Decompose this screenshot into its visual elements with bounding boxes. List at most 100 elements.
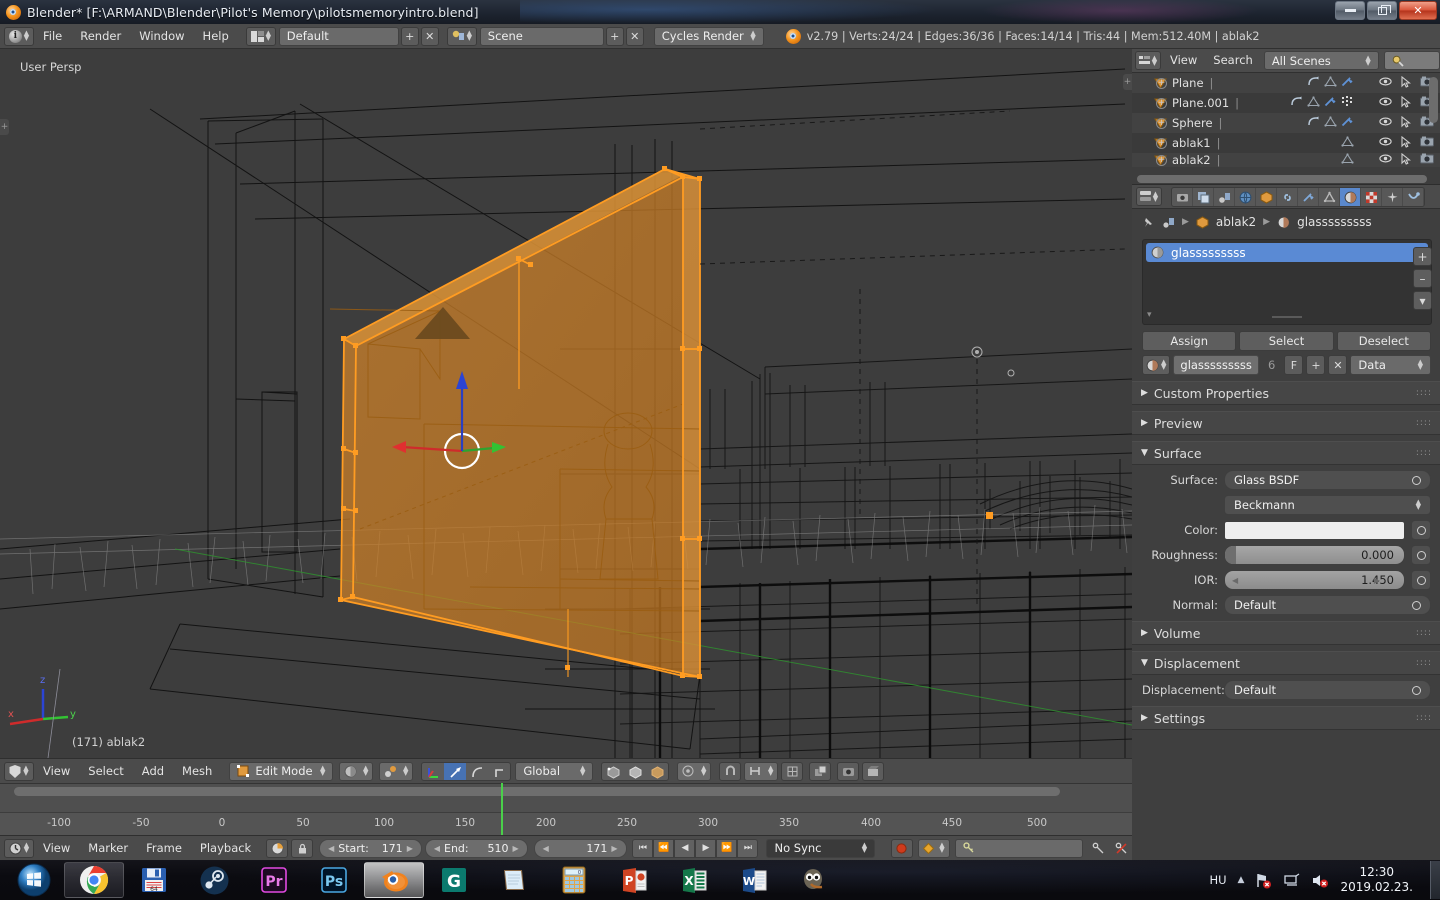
menu-file[interactable]: File xyxy=(34,26,71,47)
expand-toggle-icon[interactable]: + xyxy=(1156,137,1167,149)
tab-render[interactable] xyxy=(1172,187,1193,206)
add-material-slot-button[interactable]: + xyxy=(1413,247,1432,266)
menu-window[interactable]: Window xyxy=(130,26,193,47)
use-preview-range-button[interactable] xyxy=(266,838,289,858)
next-keyframe-button[interactable]: ⏩ xyxy=(716,838,738,858)
expand-toggle-icon[interactable]: + xyxy=(1156,77,1167,89)
taskbar-photoshop-button[interactable]: Ps xyxy=(304,861,364,899)
tab-world[interactable] xyxy=(1235,187,1256,206)
tab-modifiers[interactable] xyxy=(1298,187,1319,206)
restrict-render-toggle[interactable] xyxy=(1420,153,1434,167)
tab-physics[interactable] xyxy=(1403,187,1424,206)
decrement-arrow-icon[interactable]: ◀ xyxy=(543,844,549,853)
breadcrumb-material-name[interactable]: glasssssssss xyxy=(1297,215,1372,229)
wrench-icon[interactable] xyxy=(1341,116,1354,130)
show-hidden-icons-button[interactable]: ▲ xyxy=(1238,875,1245,885)
outliner-editor[interactable]: ▲ ▼ View Search All Scenes ▲ ▼ + Plane | + Pla… xyxy=(1132,49,1440,184)
pin-icon[interactable] xyxy=(1142,216,1155,229)
deselect-button[interactable]: Deselect xyxy=(1336,331,1431,351)
assign-button[interactable]: Assign xyxy=(1142,331,1237,351)
start-frame-field[interactable]: ◀ Start: 171 ▶ xyxy=(319,838,422,858)
modifier-icon[interactable] xyxy=(1307,116,1320,130)
outliner-tree[interactable]: + Plane | + Plane.001 | + Sphere | + ablak1 | + ablak… xyxy=(1132,73,1440,184)
panel-displacement[interactable]: ▼ Displacement :::: xyxy=(1132,651,1440,675)
restrict-view-toggle[interactable] xyxy=(1379,76,1392,90)
mesh-icon[interactable] xyxy=(1324,76,1337,90)
task‌bar-notepad-button[interactable] xyxy=(484,861,544,899)
timeline-menu-marker[interactable]: Marker xyxy=(79,838,137,859)
panel-grip-icon[interactable]: :::: xyxy=(1416,388,1432,398)
occlude-geometry-button[interactable] xyxy=(809,761,832,781)
distribution-dropdown[interactable]: Beckmann ▲ ▼ xyxy=(1224,495,1431,515)
material-name-field[interactable]: glasssssssss xyxy=(1173,355,1259,375)
tray-language-indicator[interactable]: HU xyxy=(1209,873,1226,887)
wrench-icon[interactable] xyxy=(1341,76,1354,90)
taskbar-blender-button[interactable] xyxy=(364,862,424,898)
tab-object[interactable] xyxy=(1256,187,1277,206)
breadcrumb-object-name[interactable]: ablak2 xyxy=(1216,215,1256,229)
increment-arrow-icon[interactable]: ▶ xyxy=(611,844,617,853)
transform-orientation-dropdown[interactable]: Global ▲ ▼ xyxy=(515,761,594,781)
list-filter-icon[interactable]: ▾ xyxy=(1147,310,1152,320)
panel-volume[interactable]: ▶ Volume :::: xyxy=(1132,621,1440,645)
ior-node-socket-button[interactable] xyxy=(1411,570,1431,590)
timeline-menu-frame[interactable]: Frame xyxy=(137,838,191,859)
list-grip[interactable] xyxy=(1272,316,1302,318)
editor-type-3dview-icon[interactable]: ▲ ▼ xyxy=(4,761,34,781)
color-swatch[interactable] xyxy=(1224,520,1405,540)
restore-button[interactable] xyxy=(1367,1,1397,20)
panel-surface[interactable]: ▼ Surface :::: xyxy=(1132,441,1440,465)
add-screen-layout-button[interactable]: + xyxy=(400,26,419,46)
roughness-slider[interactable]: 0.000 xyxy=(1224,545,1405,565)
node-socket-icon[interactable] xyxy=(1412,600,1421,610)
outliner-horizontal-scrollbar[interactable] xyxy=(1137,175,1427,183)
material-slot-row[interactable]: glasssssssss xyxy=(1146,243,1428,262)
node-socket-icon[interactable] xyxy=(1412,475,1421,485)
proportional-editing-dropdown[interactable]: ▲ ▼ xyxy=(677,761,712,781)
taskbar-gimp-button[interactable] xyxy=(784,861,844,899)
outliner-vertical-scrollbar[interactable] xyxy=(1429,77,1438,123)
restrict-view-toggle[interactable] xyxy=(1379,96,1392,110)
menu-render[interactable]: Render xyxy=(71,26,130,47)
taskbar-g-app-button[interactable]: G xyxy=(424,861,484,899)
restrict-render-toggle[interactable] xyxy=(1420,136,1434,150)
restrict-select-toggle[interactable] xyxy=(1401,75,1412,91)
action-center-icon[interactable] xyxy=(1283,872,1300,889)
outliner-row-ablak2[interactable]: + ablak2 | xyxy=(1132,153,1440,167)
taskbar-clock[interactable]: 12:30 2019.02.23. xyxy=(1340,865,1413,895)
render-preview-button[interactable] xyxy=(837,761,860,781)
add-scene-button[interactable]: + xyxy=(605,26,624,46)
displacement-input-dropdown[interactable]: Default xyxy=(1224,680,1431,700)
roughness-node-socket-button[interactable] xyxy=(1411,545,1431,565)
outliner-menu-view[interactable]: View xyxy=(1163,50,1204,71)
taskbar-save-button[interactable]: 64 xyxy=(124,861,184,899)
volume-muted-icon[interactable] xyxy=(1311,872,1329,889)
viewport-menu-view[interactable]: View xyxy=(34,761,79,782)
surface-shader-dropdown[interactable]: Glass BSDF xyxy=(1224,470,1431,490)
outliner-menu-search[interactable]: Search xyxy=(1206,50,1260,71)
wrench-icon[interactable] xyxy=(1324,96,1337,110)
panel-settings[interactable]: ▶ Settings :::: xyxy=(1132,706,1440,730)
close-button[interactable]: ✕ xyxy=(1399,1,1437,20)
panel-grip-icon[interactable]: :::: xyxy=(1416,418,1432,428)
delete-keyframe-button[interactable] xyxy=(1110,839,1132,858)
show-desktop-button[interactable] xyxy=(1430,861,1440,899)
decrement-arrow-icon[interactable]: ◀ xyxy=(1232,576,1238,585)
ior-field[interactable]: ◀ 1.450 ▶ xyxy=(1224,570,1405,590)
delete-scene-button[interactable]: ✕ xyxy=(625,26,644,46)
render-opengl-button[interactable] xyxy=(862,761,885,781)
mesh-icon[interactable] xyxy=(1307,96,1320,110)
color-node-socket-button[interactable] xyxy=(1411,520,1431,540)
insert-keyframe-button[interactable] xyxy=(1087,839,1109,858)
vertex-select-mode-button[interactable] xyxy=(602,763,624,780)
tab-particles[interactable] xyxy=(1382,187,1403,206)
viewport-shading-dropdown[interactable]: ▲ ▼ xyxy=(339,761,374,781)
snap-magnet-button[interactable] xyxy=(719,761,742,781)
snap-target-dropdown[interactable]: ▲ ▼ xyxy=(744,761,779,781)
keying-set-dropdown[interactable]: ▲ ▼ xyxy=(917,838,950,858)
translate-manipulator-button[interactable] xyxy=(444,762,467,780)
minimize-button[interactable] xyxy=(1335,1,1365,20)
particles-icon[interactable] xyxy=(1341,96,1354,110)
3d-viewport[interactable]: z y x User Persp (171) ablak2 + + xyxy=(0,49,1132,758)
restrict-select-toggle[interactable] xyxy=(1401,115,1412,131)
